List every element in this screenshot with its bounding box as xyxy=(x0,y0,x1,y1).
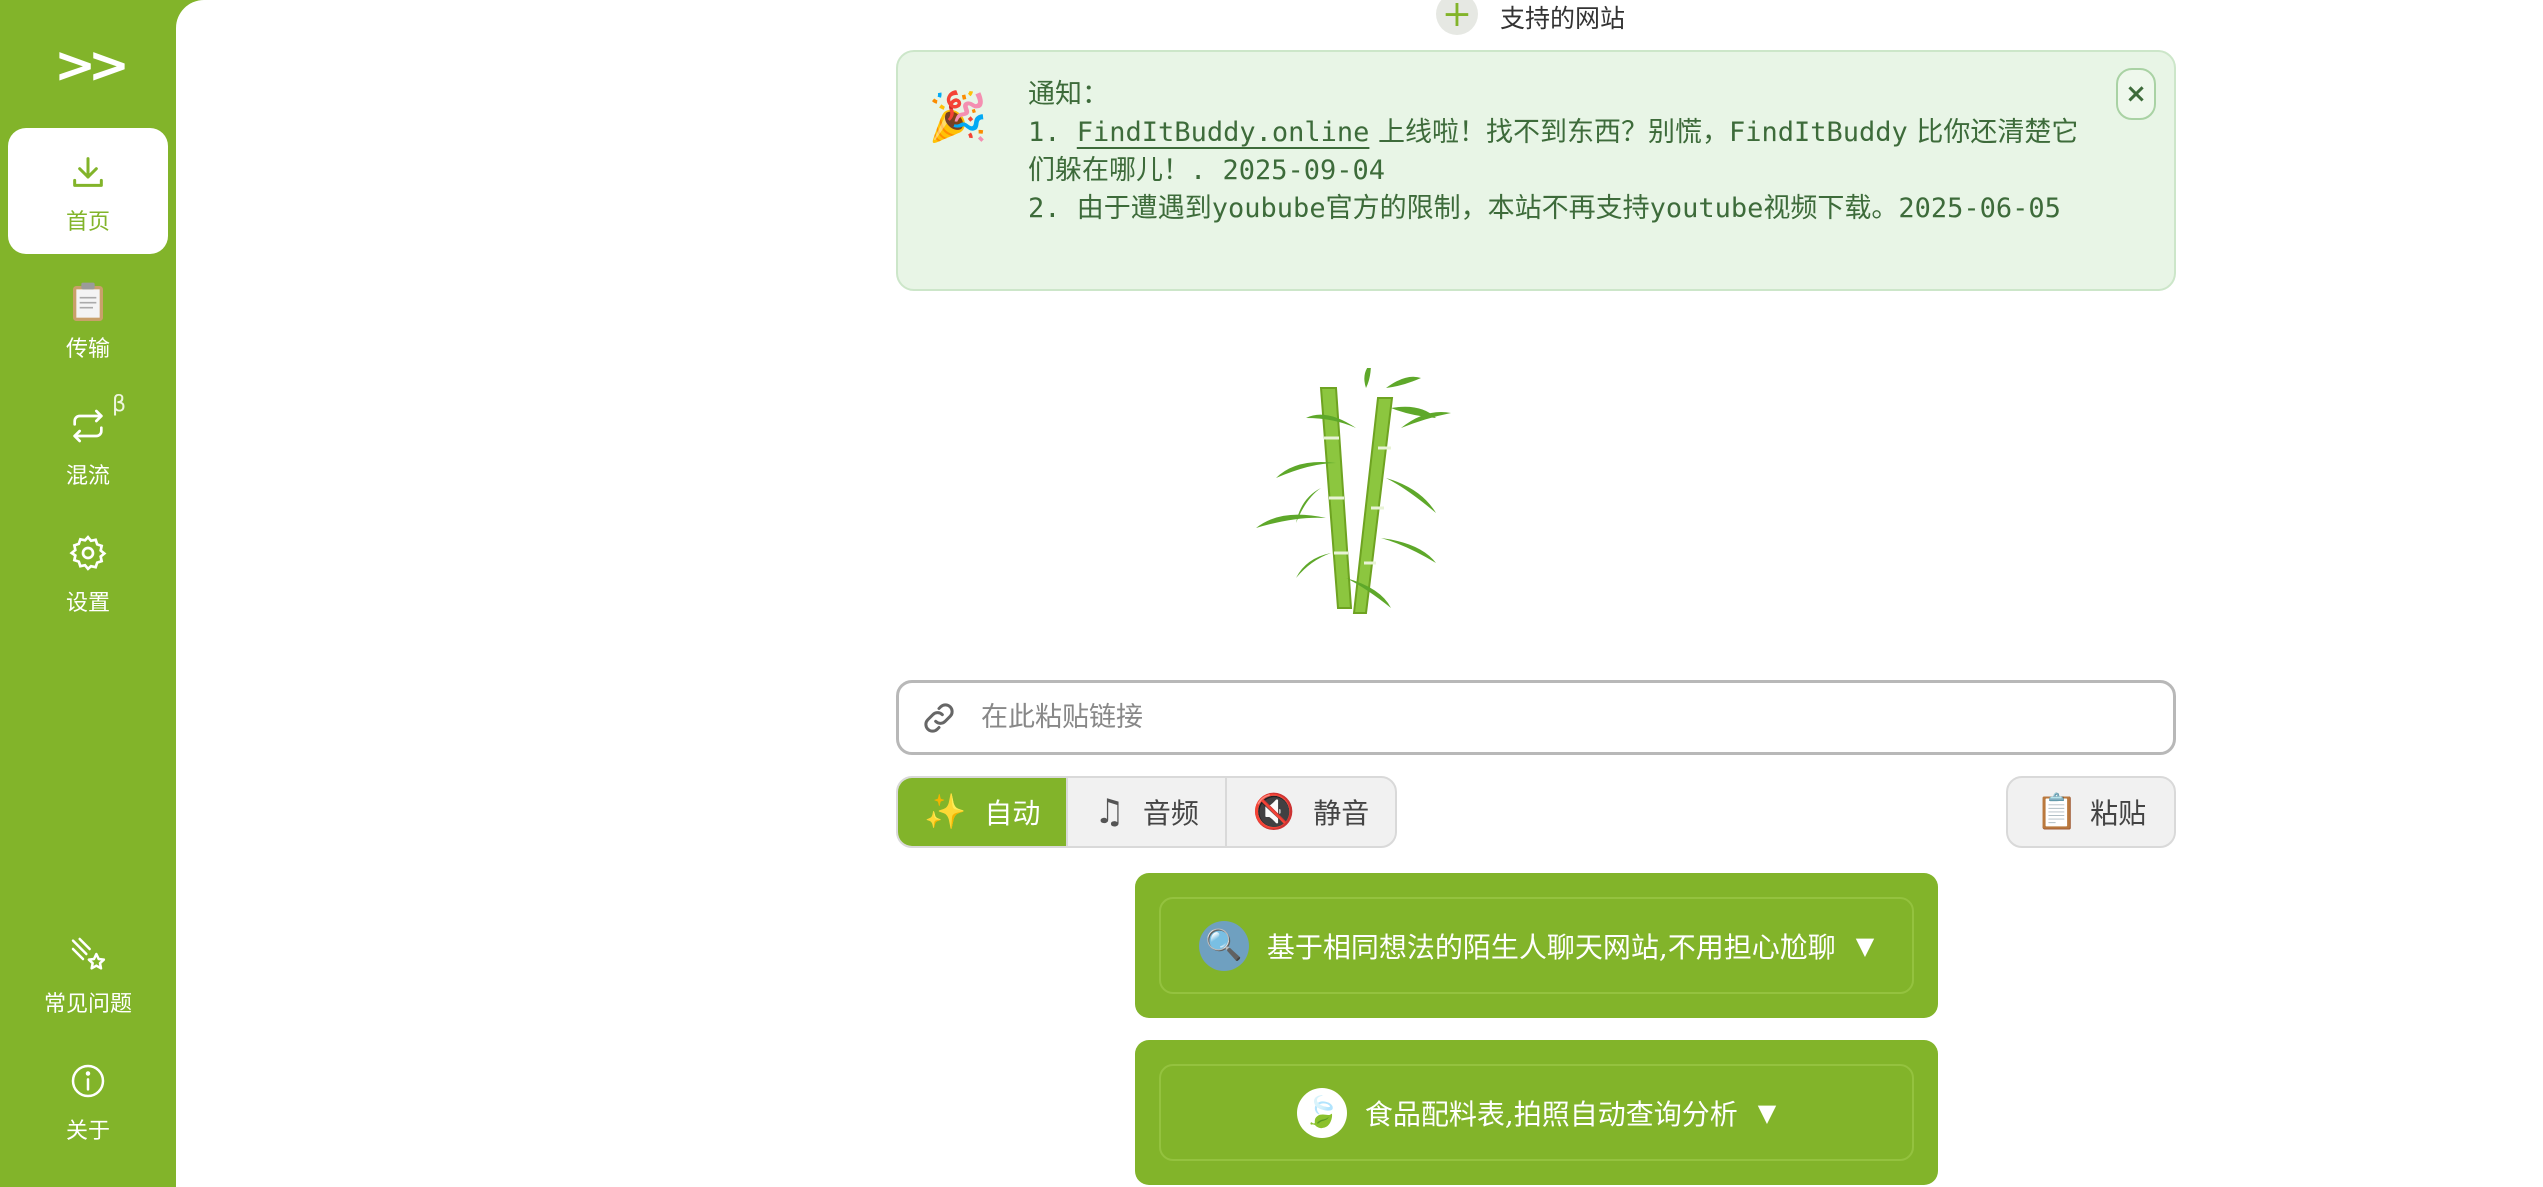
link-icon xyxy=(924,702,954,733)
sidebar-item-label: 设置 xyxy=(65,591,110,616)
mode-mute-button[interactable]: 🔇 静音 xyxy=(1227,778,1395,846)
bamboo-logo xyxy=(1256,368,1451,614)
sidebar-toggle-button[interactable]: >> xyxy=(0,30,176,100)
notice-line2-text3: 视频下载。 xyxy=(1763,193,1899,224)
sidebar-item-settings[interactable]: 设置 xyxy=(8,509,168,635)
mode-label: 音频 xyxy=(1142,797,1199,830)
sidebar-item-faq[interactable]: 常见问题 xyxy=(8,910,168,1036)
chevron-down-icon: ▼ xyxy=(1855,931,1875,960)
supported-sites-label: 支持的网站 xyxy=(1500,4,1626,33)
party-popper-icon: 🎉 xyxy=(928,89,988,145)
sidebar-item-transfer[interactable]: 传输 xyxy=(8,255,168,381)
sidebar-item-label: 传输 xyxy=(65,337,110,362)
leaf-icon: 🍃 xyxy=(1296,1087,1347,1138)
sidebar-item-about[interactable]: 关于 xyxy=(8,1037,168,1163)
promo-label: 食品配料表,拍照自动查询分析 xyxy=(1364,1097,1738,1131)
notice-line1-prefix: 1. xyxy=(1028,117,1077,148)
promo-label: 基于相同想法的陌生人聊天网站,不用担心尬聊 xyxy=(1266,930,1836,964)
notice-line2-prefix: 2. xyxy=(1028,193,1077,224)
sidebar-item-home[interactable]: 首页 xyxy=(8,128,168,254)
gear-icon xyxy=(69,535,107,571)
beta-badge: β xyxy=(112,392,127,417)
download-icon xyxy=(73,157,103,187)
close-notice-button[interactable]: × xyxy=(2116,68,2156,120)
mode-label: 自动 xyxy=(984,797,1041,830)
sidebar-item-label: 关于 xyxy=(65,1119,110,1144)
sidebar-item-label: 常见问题 xyxy=(43,992,132,1017)
sidebar-item-label: 首页 xyxy=(65,210,110,235)
finditbuddy-link[interactable]: FindItBuddy.online xyxy=(1077,117,1370,148)
mode-auto-button[interactable]: ✨ 自动 xyxy=(898,778,1069,846)
mode-label: 静音 xyxy=(1313,797,1370,830)
clipboard-icon: 📋 xyxy=(2035,792,2079,832)
sparkles-icon xyxy=(71,937,106,970)
plus-icon: + xyxy=(1436,0,1478,35)
chevron-down-icon: ▼ xyxy=(1757,1098,1777,1127)
main-panel: + 支持的网站 🎉 通知： 1. FindItBuddy.online 上线啦！… xyxy=(176,0,2543,1187)
sidebar-item-label: 混流 xyxy=(65,464,110,489)
paste-button[interactable]: 📋 粘贴 xyxy=(2006,776,2176,848)
clipboard-icon xyxy=(73,282,103,321)
repeat-icon xyxy=(73,409,103,443)
notice-line2-date: 2025-06-05 xyxy=(1898,193,2061,224)
notice-text: 通知： 1. FindItBuddy.online 上线啦！找不到东西？别慌，F… xyxy=(1028,76,2098,228)
supported-sites-link[interactable]: + 支持的网站 xyxy=(1436,0,1626,35)
notice-line2-text2: 官方的限制，本站不再支持 xyxy=(1325,193,1650,224)
info-icon xyxy=(71,1064,105,1098)
music-notes-icon: ♫ xyxy=(1094,792,1125,832)
promo-food-ingredients[interactable]: 🍃 食品配料表,拍照自动查询分析 ▼ xyxy=(1135,1040,1938,1185)
promo-chat-site[interactable]: 🔍 基于相同想法的陌生人聊天网站,不用担心尬聊 ▼ xyxy=(1135,873,1938,1018)
notice-banner: 🎉 通知： 1. FindItBuddy.online 上线啦！找不到东西？别慌… xyxy=(896,50,2176,291)
link-input[interactable] xyxy=(981,702,2081,733)
link-input-box xyxy=(896,680,2176,755)
sidebar-item-mux[interactable]: β 混流 xyxy=(8,382,168,508)
paste-label: 粘贴 xyxy=(2090,797,2147,830)
notice-line2-text: 由于遭遇到 xyxy=(1076,193,1212,224)
mode-selector: ✨ 自动 ♫ 音频 🔇 静音 xyxy=(896,776,1398,848)
mute-icon: 🔇 xyxy=(1252,792,1296,832)
notice-line2-word1: youbube xyxy=(1211,193,1326,224)
search-globe-icon: 🔍 xyxy=(1198,920,1249,971)
notice-line2-word2: youtube xyxy=(1649,193,1764,224)
sidebar: >> 首页 传输 β 混流 设置 常见问题 关于 xyxy=(0,0,176,1187)
notice-line1-date: . 2025-09-04 xyxy=(1190,155,1386,186)
mode-audio-button[interactable]: ♫ 音频 xyxy=(1068,778,1227,846)
notice-line1-brand: FindItBuddy xyxy=(1728,117,1908,148)
sparkles-icon: ✨ xyxy=(924,792,967,832)
notice-line1-text: 上线啦！找不到东西？别慌， xyxy=(1369,117,1729,148)
notice-title: 通知： xyxy=(1028,79,1109,110)
